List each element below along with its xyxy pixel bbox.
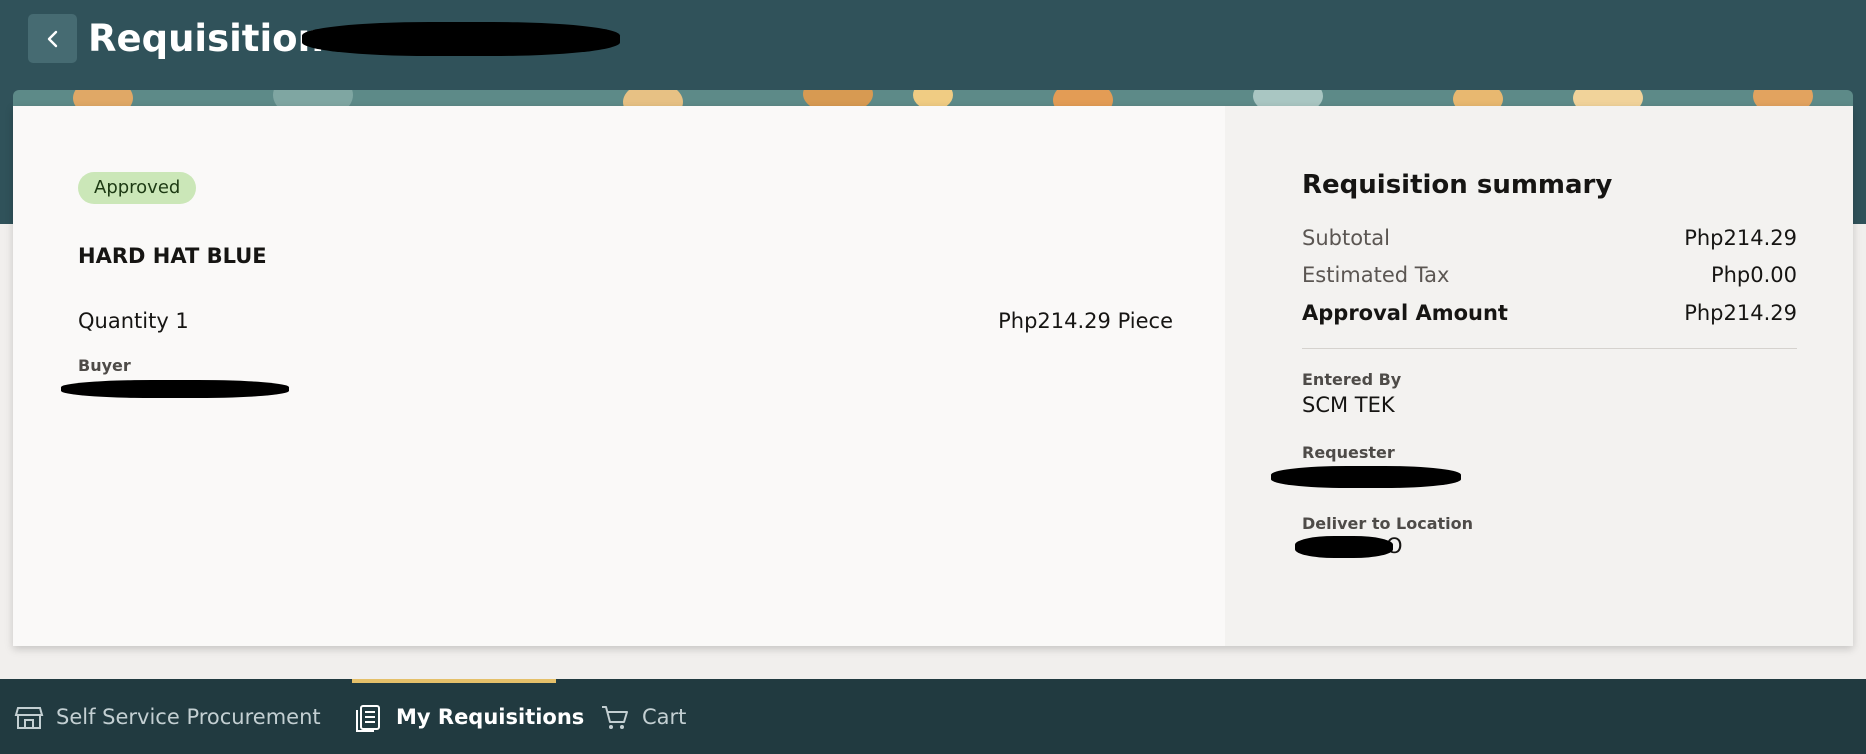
back-button[interactable] <box>28 14 77 63</box>
status-badge: Approved <box>78 172 197 204</box>
quantity-text: Quantity 1 <box>78 309 189 333</box>
store-icon <box>14 706 44 729</box>
cart-icon <box>602 705 628 729</box>
entered-by-label: Entered By <box>1302 370 1402 389</box>
nav-my-requisitions[interactable]: My Requisitions <box>354 679 584 754</box>
approval-amount-value: Php214.29 <box>1684 301 1797 325</box>
nav-self-service-procurement-label: Self Service Procurement <box>56 704 321 729</box>
deliver-to-location-label: Deliver to Location <box>1302 514 1474 533</box>
subtotal-value: Php214.29 <box>1684 226 1797 250</box>
summary-title: Requisition summary <box>1302 170 1613 200</box>
item-name[interactable]: HARD HAT BLUE <box>78 244 267 268</box>
redacted-requisition-number <box>302 22 620 56</box>
nav-cart-label: Cart <box>642 704 687 729</box>
line-item-panel: Approved HARD HAT BLUE Quantity 1 Php214… <box>13 106 1225 646</box>
entered-by-value: SCM TEK <box>1302 393 1395 417</box>
tax-value: Php0.00 <box>1710 263 1797 287</box>
redacted-location-name <box>1295 536 1393 558</box>
subtotal-label: Subtotal <box>1302 226 1390 250</box>
approval-amount-label: Approval Amount <box>1302 301 1508 325</box>
requisition-card: Approved HARD HAT BLUE Quantity 1 Php214… <box>13 106 1853 646</box>
page-title: Requisition <box>88 17 324 60</box>
tax-label: Estimated Tax <box>1302 263 1450 287</box>
summary-divider <box>1302 348 1797 349</box>
chevron-left-icon <box>47 30 57 47</box>
nav-self-service-procurement[interactable]: Self Service Procurement <box>14 679 321 754</box>
requester-label: Requester <box>1302 443 1395 462</box>
summary-panel: Requisition summary Subtotal Php214.29 E… <box>1225 106 1853 646</box>
redacted-buyer-name <box>61 380 289 398</box>
approval-amount-row: Approval Amount Php214.29 <box>1302 297 1797 329</box>
subtotal-row: Subtotal Php214.29 <box>1302 222 1797 254</box>
clipboard-list-icon <box>356 704 380 732</box>
buyer-label: Buyer <box>78 356 131 375</box>
price-text: Php214.29 Piece <box>998 309 1173 333</box>
bottom-navigation: Self Service Procurement My Requisitions… <box>0 679 1866 754</box>
redacted-requester-name <box>1271 466 1461 488</box>
nav-my-requisitions-label: My Requisitions <box>396 704 585 729</box>
nav-cart[interactable]: Cart <box>600 679 686 754</box>
tax-row: Estimated Tax Php0.00 <box>1302 259 1797 291</box>
